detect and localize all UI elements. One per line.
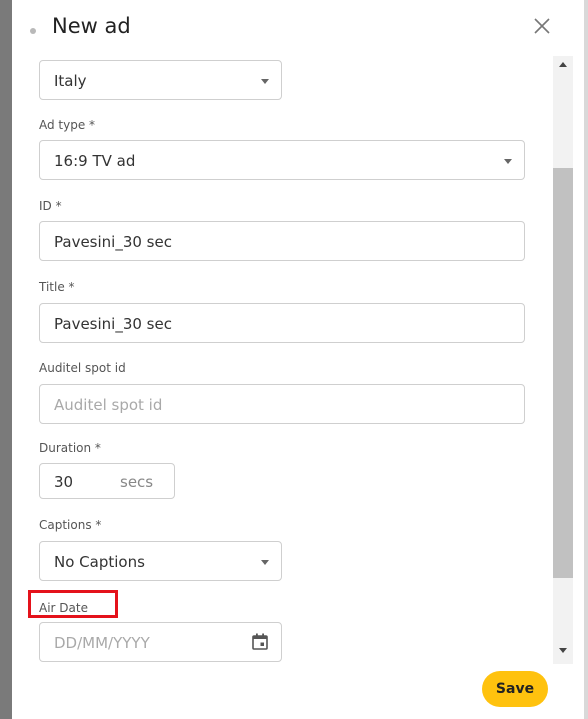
save-button[interactable]: Save	[482, 671, 548, 707]
chevron-down-icon	[504, 159, 512, 164]
scroll-down-icon[interactable]	[559, 648, 567, 653]
status-dot-icon	[30, 28, 36, 34]
auditel-input[interactable]: Auditel spot id	[39, 384, 525, 424]
calendar-icon[interactable]	[252, 633, 268, 654]
title-label: Title *	[39, 280, 75, 294]
page-backdrop	[0, 0, 12, 719]
ad-type-value: 16:9 TV ad	[54, 152, 136, 170]
title-input[interactable]: Pavesini_30 sec	[39, 303, 525, 343]
scroll-up-icon[interactable]	[559, 62, 567, 67]
ad-type-select[interactable]: 16:9 TV ad	[39, 140, 525, 180]
scrollbar[interactable]	[553, 56, 573, 664]
auditel-label: Auditel spot id	[39, 361, 126, 375]
captions-value: No Captions	[54, 553, 145, 571]
chevron-down-icon	[261, 79, 269, 84]
chevron-down-icon	[261, 560, 269, 565]
country-select[interactable]: Italy	[39, 60, 282, 100]
air-date-input[interactable]: DD/MM/YYYY	[39, 622, 282, 662]
dialog-header: New ad	[12, 0, 584, 56]
id-value: Pavesini_30 sec	[54, 233, 172, 251]
scrollbar-thumb[interactable]	[553, 168, 573, 578]
captions-label: Captions *	[39, 518, 102, 532]
duration-input[interactable]: 30 secs	[39, 463, 175, 499]
id-input[interactable]: Pavesini_30 sec	[39, 221, 525, 261]
air-date-placeholder: DD/MM/YYYY	[54, 634, 150, 652]
title-value: Pavesini_30 sec	[54, 315, 172, 333]
auditel-placeholder: Auditel spot id	[54, 396, 163, 414]
duration-value: 30	[54, 473, 74, 491]
air-date-highlight-box	[28, 590, 118, 618]
close-icon[interactable]	[530, 14, 554, 38]
captions-select[interactable]: No Captions	[39, 541, 282, 581]
duration-label: Duration *	[39, 441, 101, 455]
country-value: Italy	[54, 72, 87, 90]
form-scroll-area: Italy Ad type * 16:9 TV ad ID * Pavesini…	[12, 56, 584, 664]
id-label: ID *	[39, 199, 62, 213]
duration-unit: secs	[120, 473, 154, 491]
new-ad-dialog: New ad Italy Ad type * 16:9 TV ad ID * P…	[12, 0, 584, 719]
page-backdrop-edge	[584, 0, 588, 719]
ad-type-label: Ad type *	[39, 118, 96, 132]
dialog-title: New ad	[52, 14, 131, 38]
